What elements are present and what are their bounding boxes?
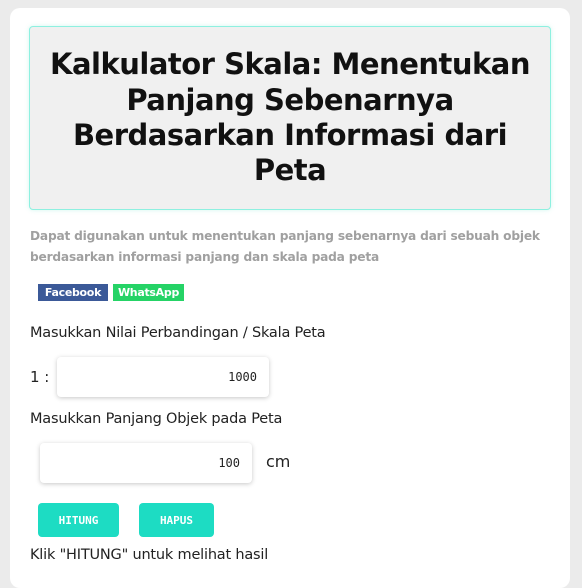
facebook-share-button[interactable]: Facebook	[38, 284, 108, 301]
whatsapp-share-button[interactable]: WhatsApp	[113, 284, 184, 301]
scale-prefix: 1 :	[30, 368, 50, 386]
result-text: Klik "HITUNG" untuk melihat hasil	[30, 547, 269, 563]
length-label: Masukkan Panjang Objek pada Peta	[30, 411, 283, 427]
scale-input[interactable]	[57, 357, 269, 397]
page-title: Kalkulator Skala: Menentukan Panjang Seb…	[49, 47, 531, 188]
calculator-card: Kalkulator Skala: Menentukan Panjang Seb…	[10, 8, 570, 588]
scale-label: Masukkan Nilai Perbandingan / Skala Peta	[30, 325, 326, 341]
clear-button[interactable]: HAPUS	[139, 503, 214, 537]
description-text: Dapat digunakan untuk menentukan panjang…	[30, 229, 540, 264]
length-input[interactable]	[40, 443, 252, 483]
title-box: Kalkulator Skala: Menentukan Panjang Seb…	[29, 26, 551, 210]
calculate-button[interactable]: HITUNG	[38, 503, 119, 537]
length-unit: cm	[266, 452, 291, 471]
